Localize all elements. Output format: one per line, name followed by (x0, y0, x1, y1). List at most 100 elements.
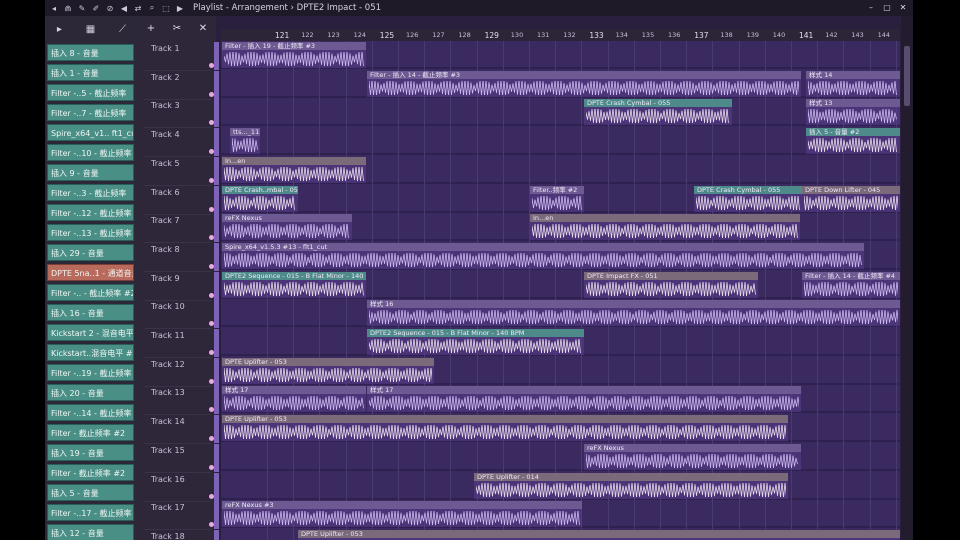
playlist-clip[interactable]: DPTE Uplifter - 014 (474, 472, 788, 499)
playlist-clip[interactable]: DPTE Uplifter - 053 (222, 357, 434, 384)
clip-label: DPTE Down Lifter - 045 (802, 185, 900, 194)
clip-source-item[interactable]: Filter -..13 - 截止频率 (47, 224, 134, 241)
scrollbar-thumb[interactable] (904, 46, 910, 106)
track-header[interactable]: Track 15 (143, 443, 219, 473)
playlist-clip[interactable]: 样式 17 (222, 386, 366, 413)
playlist-clip[interactable]: DPTE Uplifter - 053 (222, 415, 788, 442)
clip-source-item[interactable]: Filter -.. - 截止频率 #2 (47, 284, 134, 301)
minimize-button[interactable]: – (863, 0, 879, 16)
clip-label: reFX Nexus (584, 443, 801, 452)
track-header[interactable]: Track 5 (143, 156, 219, 186)
track-header[interactable]: Track 2 (143, 70, 219, 100)
track-name: Track 4 (151, 130, 180, 140)
track-header[interactable]: Track 12 (143, 357, 219, 387)
clip-source-item[interactable]: Kickstart 2 - 混音电平 (47, 324, 134, 341)
vertical-scrollbar[interactable] (901, 16, 913, 540)
clip-source-item[interactable]: Filter -..10 - 截止频率 (47, 144, 134, 161)
playlist-clip[interactable]: 插入 5 - 音量 #2 (806, 128, 900, 155)
options-icon[interactable]: ✕ (199, 23, 207, 34)
track-header[interactable]: Track 14 (143, 415, 219, 445)
track-header[interactable]: Track 8 (143, 242, 219, 272)
playlist-clip[interactable]: reFX Nexus #3 (222, 501, 582, 528)
playlist-clip[interactable]: DPTE Uplifter - 053 (298, 529, 900, 540)
menu-arrow-icon[interactable]: ◂ (49, 3, 59, 13)
playlist-clip[interactable]: DPTE Crash Cymbal - 055 (694, 185, 802, 212)
playlist-clip[interactable]: DPTE2 Sequence - 015 - B Flat Minor - 14… (222, 271, 366, 298)
brush-icon[interactable]: ✐ (91, 3, 101, 13)
playlist-clip[interactable]: tts..._11 (230, 128, 260, 155)
pencil-icon[interactable]: ✎ (77, 3, 87, 13)
select-icon[interactable]: ⬚ (161, 3, 171, 13)
play-icon[interactable]: ▶ (175, 3, 185, 13)
clip-source-item[interactable]: 插入 5 - 音量 (47, 484, 134, 501)
playlist-clip[interactable]: reFX Nexus (584, 443, 801, 470)
playlist-clip[interactable]: reFX Nexus (222, 214, 352, 241)
clip-source-item[interactable]: 插入 16 - 音量 (47, 304, 134, 321)
track-header[interactable]: Track 13 (143, 386, 219, 416)
playlist-clip[interactable]: 样式 17 (367, 386, 801, 413)
clip-source-item[interactable]: Filter - 截止频率 #2 (47, 424, 134, 441)
track-header[interactable]: Track 10 (143, 300, 219, 330)
clip-source-item[interactable]: Filter -..17 - 截止频率 (47, 504, 134, 521)
panel-toolbar: ▸ ▦ ⟋ (45, 16, 138, 42)
clip-source-item[interactable]: 插入 19 - 音量 (47, 444, 134, 461)
clip-source-item[interactable]: 插入 29 - 音量 (47, 244, 134, 261)
clip-source-item[interactable]: 插入 1 - 音量 (47, 64, 134, 81)
clip-source-item[interactable]: Filter -..7 - 截止频率 (47, 104, 134, 121)
playlist-clip[interactable]: DPTE Crash..mbal - 055 (222, 185, 298, 212)
tools-icon[interactable]: ✂ (173, 23, 181, 34)
track-header[interactable]: Track 9 (143, 271, 219, 301)
playlist-clip[interactable]: In...en (530, 214, 800, 241)
playlist-clip[interactable]: Filter - 插入 14 - 截止频率 #3 (367, 70, 801, 97)
pattern-icon[interactable]: ▦ (86, 24, 95, 35)
clip-source-item[interactable]: 插入 9 - 音量 (47, 164, 134, 181)
playlist-clip[interactable]: DPTE Impact FX - 051 (584, 271, 758, 298)
link-icon[interactable]: ⟋ (119, 24, 126, 35)
clip-source-item[interactable]: 插入 12 - 音量 (47, 524, 134, 540)
zoom-icon[interactable]: ⌕ (147, 3, 157, 13)
clip-source-item[interactable]: Spire_x64_v1.. ft1_cut (47, 124, 134, 141)
clip-source-item[interactable]: Filter -..12 - 截止频率 (47, 204, 134, 221)
clip-source-item[interactable]: 插入 20 - 音量 (47, 384, 134, 401)
clip-source-item[interactable]: 插入 8 - 音量 (47, 44, 134, 61)
clip-source-item[interactable]: Filter - 截止频率 #2 (47, 464, 134, 481)
track-header[interactable]: Track 18 (143, 529, 219, 540)
mute-icon[interactable]: ⊘ (105, 3, 115, 13)
clip-label: Filter..频率 #2 (530, 185, 584, 194)
beat-line (371, 41, 373, 540)
clip-source-item[interactable]: DPTE 5na..1 - 通道音量 (47, 264, 134, 281)
playlist-clip[interactable]: DPTE Down Lifter - 045 (802, 185, 900, 212)
track-header[interactable]: Track 7 (143, 214, 219, 244)
playlist-clip[interactable]: DPTE2 Sequence - 015 - B Flat Minor - 14… (367, 329, 584, 355)
arrow-icon[interactable]: ▸ (57, 24, 62, 35)
playlist-clip[interactable]: DPTE Crash Cymbal - 055 (584, 99, 732, 126)
playlist-window: ◂ ⋒ ✎ ✐ ⊘ ◀ ⇄ ⌕ ⬚ ▶ Playlist - Arrangeme… (45, 0, 913, 540)
track-header[interactable]: Track 1 (143, 42, 219, 71)
track-header[interactable]: Track 6 (143, 185, 219, 215)
playlist-clip[interactable]: Filter - 插入 14 - 截止频率 #4 (802, 271, 900, 298)
close-button[interactable]: ✕ (895, 0, 911, 16)
add-icon[interactable]: + (147, 23, 155, 34)
playlist-grid[interactable]: Filter - 插入 19 - 截止频率 #3 Filter - 插入 14 -… (221, 41, 900, 540)
playlist-clip[interactable]: 样式 16 (367, 300, 900, 327)
clip-source-item[interactable]: Kickstart..混音电平 #2 (47, 344, 134, 361)
playlist-clip[interactable]: Filter..频率 #2 (530, 185, 584, 212)
track-header[interactable]: Track 4 (143, 128, 219, 158)
track-header[interactable]: Track 11 (143, 329, 219, 358)
playlist-clip[interactable]: In...en (222, 156, 366, 183)
clip-source-item[interactable]: Filter -..3 - 截止频率 (47, 184, 134, 201)
playlist-clip[interactable]: 样式 13 (806, 99, 900, 126)
track-header[interactable]: Track 17 (143, 501, 219, 531)
magnet-icon[interactable]: ⋒ (63, 3, 73, 13)
playlist-clip[interactable]: Filter - 插入 19 - 截止频率 #3 (222, 42, 366, 68)
track-header[interactable]: Track 16 (143, 472, 219, 502)
clip-source-item[interactable]: Filter -..19 - 截止频率 (47, 364, 134, 381)
playlist-clip[interactable]: Spire_x64_v1.5.3 #13 - flt1_cut (222, 242, 864, 269)
clip-source-item[interactable]: Filter -..14 - 截止频率 (47, 404, 134, 421)
speaker-icon[interactable]: ◀ (119, 3, 129, 13)
slip-icon[interactable]: ⇄ (133, 3, 143, 13)
maximize-button[interactable]: ▢ (879, 0, 895, 16)
clip-source-item[interactable]: Filter -..5 - 截止频率 (47, 84, 134, 101)
playlist-clip[interactable]: 样式 14 (806, 70, 900, 97)
track-header[interactable]: Track 3 (143, 99, 219, 129)
